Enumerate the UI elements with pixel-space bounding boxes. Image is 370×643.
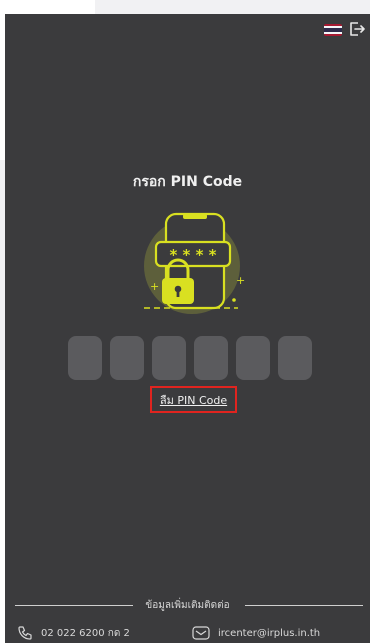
pin-digit-box[interactable] [68,336,102,380]
forgot-pin-label: ลืม PIN Code [159,393,228,407]
footer-title: ข้อมูลเพิ่มเติมติดต่อ [145,600,230,611]
pin-digit-box[interactable] [152,336,186,380]
pin-digit-box[interactable] [236,336,270,380]
pin-digit-box[interactable] [194,336,228,380]
thailand-flag-icon[interactable] [324,24,342,36]
forgot-pin-link[interactable]: ลืม PIN Code [150,386,237,413]
footer-phone[interactable]: 02 022 6200 กด 2 [17,625,130,641]
pin-digit-box[interactable] [110,336,144,380]
svg-text:+: + [236,274,245,287]
email-icon [192,626,210,640]
svg-text:+: + [150,280,159,293]
phone-icon [18,626,32,640]
pin-screen: กรอก PIN Code * * * * + + ลืม PIN Code ข… [5,14,370,643]
pin-input-row[interactable] [68,336,312,380]
logout-icon[interactable] [347,20,365,38]
page-title: กรอก PIN Code [132,174,243,190]
pin-digit-box[interactable] [278,336,312,380]
email-address: ircenter@irplus.in.th [218,627,321,639]
phone-number: 02 022 6200 กด 2 [41,627,130,639]
footer-email[interactable]: ircenter@irplus.in.th [192,625,320,641]
phone-lock-pin-illustration: * * * * + + [144,212,245,314]
background-fragment-top [95,0,370,14]
